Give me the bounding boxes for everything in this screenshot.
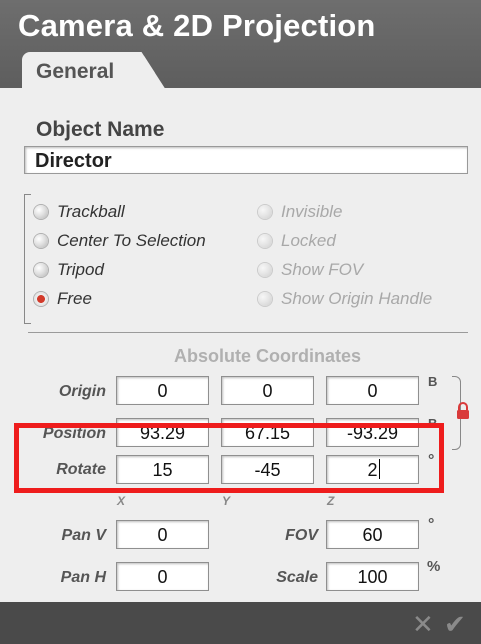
- section-divider: [28, 332, 468, 333]
- radio-center-to-selection[interactable]: Center To Selection: [34, 231, 206, 251]
- radio-button-icon: [258, 292, 272, 306]
- axis-y-label: Y: [222, 494, 231, 508]
- close-icon[interactable]: ✕: [412, 609, 434, 640]
- axis-x-label: X: [117, 494, 126, 508]
- radio-tripod-label: Tripod: [57, 260, 104, 279]
- radio-invisible: Invisible: [258, 202, 342, 222]
- fov-label: FOV: [285, 527, 318, 544]
- object-name-label: Object Name: [36, 118, 165, 141]
- radio-locked: Locked: [258, 231, 336, 251]
- radio-show-fov-label: Show FOV: [281, 260, 364, 279]
- rotate-unit: °: [428, 452, 435, 469]
- pan-v-input[interactable]: 0: [116, 520, 209, 549]
- fov-input[interactable]: 60: [326, 520, 419, 549]
- scale-label: Scale: [276, 569, 318, 586]
- window-title: Camera & 2D Projection: [18, 8, 376, 43]
- origin-unit: B: [428, 374, 438, 389]
- origin-x-input[interactable]: 0: [116, 376, 209, 405]
- check-icon[interactable]: ✔: [444, 609, 466, 640]
- axis-z-label: Z: [327, 494, 335, 508]
- radio-locked-label: Locked: [281, 231, 336, 250]
- rotate-x-input[interactable]: 15: [116, 455, 209, 484]
- radio-free-label: Free: [57, 289, 92, 308]
- radio-show-origin-handle-label: Show Origin Handle: [281, 289, 433, 308]
- radio-show-fov: Show FOV: [258, 260, 363, 280]
- radio-trackball-label: Trackball: [57, 202, 125, 221]
- rotate-y-input[interactable]: -45: [221, 455, 314, 484]
- origin-z-input[interactable]: 0: [326, 376, 419, 405]
- pan-h-label: Pan H: [60, 569, 106, 586]
- position-unit: B: [428, 416, 438, 431]
- lock-icon[interactable]: [455, 402, 471, 420]
- tab-general-label[interactable]: General: [36, 60, 114, 84]
- position-z-input[interactable]: -93.29: [326, 418, 419, 447]
- text-caret: [379, 459, 380, 479]
- radio-trackball[interactable]: Trackball: [34, 202, 125, 222]
- radio-center-to-selection-label: Center To Selection: [57, 231, 206, 250]
- radio-button-icon[interactable]: [34, 205, 48, 219]
- scale-input[interactable]: 100: [326, 562, 419, 591]
- radio-button-icon[interactable]: [34, 263, 48, 277]
- scale-unit: %: [427, 558, 441, 575]
- absolute-coordinates-heading: Absolute Coordinates: [174, 346, 362, 366]
- radio-free[interactable]: Free: [34, 289, 92, 309]
- pan-v-label: Pan V: [61, 527, 106, 544]
- radio-invisible-label: Invisible: [281, 202, 343, 221]
- object-name-input[interactable]: Director: [24, 146, 468, 174]
- radio-button-checked-icon[interactable]: [34, 292, 48, 306]
- radio-group-bracket: [24, 194, 31, 324]
- origin-label: Origin: [58, 383, 106, 400]
- radio-button-icon: [258, 263, 272, 277]
- fov-unit: °: [428, 516, 435, 533]
- position-x-input[interactable]: 93.29: [116, 418, 209, 447]
- radio-button-icon: [258, 205, 272, 219]
- radio-button-icon: [258, 234, 272, 248]
- origin-y-input[interactable]: 0: [221, 376, 314, 405]
- rotate-z-input[interactable]: 2: [326, 455, 419, 484]
- position-y-input[interactable]: 67.15: [221, 418, 314, 447]
- position-label: Position: [42, 425, 106, 442]
- pan-h-input[interactable]: 0: [116, 562, 209, 591]
- radio-show-origin-handle: Show Origin Handle: [258, 289, 432, 309]
- rotate-label: Rotate: [56, 461, 106, 478]
- radio-tripod[interactable]: Tripod: [34, 260, 104, 280]
- radio-button-icon[interactable]: [34, 234, 48, 248]
- footer-bar: [0, 602, 481, 644]
